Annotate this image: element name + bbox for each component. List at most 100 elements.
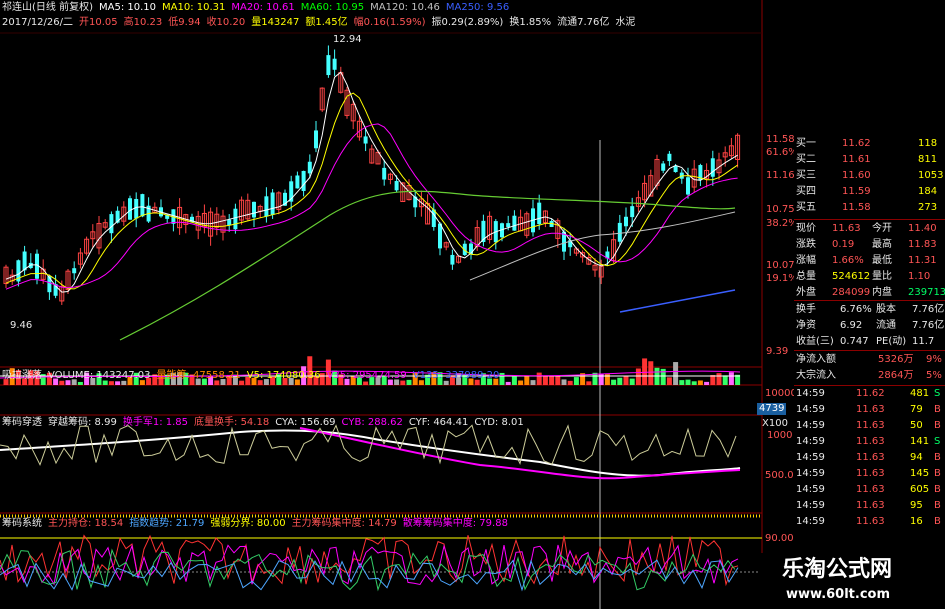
- stat-label: 换手: [796, 304, 816, 315]
- indicator-value: 换1.85%: [509, 17, 552, 28]
- indicator-value: 水泥: [615, 17, 636, 28]
- bid-volume: 273: [918, 202, 938, 213]
- price-axis-label: 9.39: [766, 346, 789, 357]
- quote-row: 换手 6.76% 股本 7.76亿: [794, 302, 945, 318]
- candle-body: [227, 219, 232, 226]
- tick-volume: 79: [910, 404, 923, 415]
- tick-price: 11.63: [856, 436, 885, 447]
- candle-body: [537, 202, 542, 225]
- tick-price: 11.63: [856, 484, 885, 495]
- indicator-value: V135: 337989.20: [412, 370, 500, 381]
- low-price-label: 9.46: [10, 320, 33, 331]
- quote-row: 14:59 11.63 141 S: [794, 434, 945, 450]
- indicator-value: V35: 295474.59: [326, 370, 407, 381]
- indicator-value: CYF: 464.41: [408, 417, 469, 428]
- flow-value: 5326万: [878, 354, 914, 365]
- price-axis-label: 11.16: [766, 170, 795, 181]
- tick-time: 14:59: [796, 420, 825, 431]
- volume-bar: [524, 375, 530, 385]
- main-holding-line: [0, 534, 739, 587]
- candle-body: [382, 167, 387, 180]
- indicator-value: 低9.94: [168, 17, 201, 28]
- tick-side: B: [934, 484, 941, 495]
- quote-row: 买四 11.59 184: [794, 184, 945, 200]
- flow-pct: 5%: [926, 370, 942, 381]
- tick-side: B: [934, 516, 941, 527]
- indicator-value: V5: 174080.36: [246, 370, 321, 381]
- volume-bar: [629, 378, 635, 385]
- tick-price: 11.63: [856, 420, 885, 431]
- indicator-value: MA10: 10.31: [162, 2, 226, 13]
- volume-bar: [635, 368, 641, 385]
- index-trend-line: [0, 559, 739, 592]
- candle-body: [233, 208, 238, 230]
- stat-value: 239713: [908, 287, 945, 298]
- bid-label: 买二: [796, 154, 816, 165]
- quote-row: 14:59 11.62 481 S: [794, 386, 945, 402]
- tick-side: B: [934, 500, 941, 511]
- candle-body: [617, 222, 622, 242]
- indicator-value: 主力筹码集中度: 14.79: [291, 518, 397, 529]
- moving-average-lines: [5, 71, 738, 341]
- volume-bar: [363, 381, 369, 385]
- candle-body: [252, 201, 256, 218]
- volume-bar: [530, 380, 536, 385]
- indicator-value: 指数趋势: 21.79: [129, 518, 205, 529]
- bid-label: 买五: [796, 202, 816, 213]
- panel-title: 吸拉涨落: [2, 370, 42, 381]
- volume-bar: [679, 380, 685, 385]
- volume-bar: [611, 379, 617, 385]
- tick-volume: 605: [910, 484, 930, 495]
- volume-bar: [673, 362, 679, 385]
- ma5-line: [5, 71, 738, 293]
- quote-row: 涨跌 0.19 最高 11.83: [794, 237, 945, 253]
- price-axis-label: 10.07: [766, 260, 795, 271]
- volume-bar: [77, 381, 83, 385]
- candle-body: [512, 215, 517, 231]
- volume-bar: [518, 380, 524, 385]
- candle-body: [47, 276, 52, 293]
- tick-price: 11.63: [856, 452, 885, 463]
- cyb-line: [299, 427, 741, 480]
- chip-axis-top: 1000: [767, 430, 793, 441]
- ma10-line: [5, 92, 738, 290]
- quote-row: 净资 6.92 流通 7.76亿: [794, 318, 945, 334]
- volume-bar: [666, 377, 672, 385]
- volume-bar: [561, 379, 567, 385]
- stat-label: 股本: [876, 304, 896, 315]
- indicator-value: 穿越筹码: 8.99: [48, 417, 117, 428]
- candle-body: [624, 216, 628, 227]
- quote-row: 收益(三) 0.747 PE(动) 11.7: [794, 334, 945, 350]
- quote-row: 大宗流入 2864万 5%: [794, 368, 945, 384]
- quote-row: 外盘 284099 内盘 239713: [794, 285, 945, 301]
- stat-value: 524612: [832, 271, 871, 282]
- quote-row: 涨幅 1.66% 最低 11.31: [794, 253, 945, 269]
- stat-label: 今开: [872, 223, 892, 234]
- candle-body: [22, 251, 27, 271]
- candle-body: [301, 170, 306, 191]
- indicator-value: 祁连山(日线 前复权): [2, 2, 93, 13]
- indicator-value: MA120: 10.46: [370, 2, 440, 13]
- volume-bar: [567, 380, 573, 385]
- indicator-value: 幅0.16(1.59%): [353, 17, 426, 28]
- quote-row: 14:59 11.63 94 B: [794, 450, 945, 466]
- stat-value: 1.10: [908, 271, 931, 282]
- volume-bar: [623, 375, 629, 385]
- tick-price: 11.63: [856, 404, 885, 415]
- flow-pct: 9%: [926, 354, 942, 365]
- quote-row: 净流入额 5326万 9%: [794, 352, 945, 368]
- volume-bar: [549, 375, 555, 385]
- candle-body: [270, 192, 275, 215]
- indicator-value: CYD: 8.01: [474, 417, 524, 428]
- quote-row: 14:59 11.63 50 B: [794, 418, 945, 434]
- tick-price: 11.63: [856, 500, 885, 511]
- stat-value: 11.40: [908, 223, 937, 234]
- quote-row: 现价 11.63 今开 11.40: [794, 221, 945, 237]
- indicator-value: CYB: 288.62: [341, 417, 403, 428]
- tick-volume: 16: [910, 516, 923, 527]
- panel-title: 筹码穿透: [2, 417, 42, 428]
- volume-bar: [617, 377, 623, 385]
- candle-body: [134, 198, 139, 219]
- watermark-title: 乐淘公式网: [782, 557, 893, 582]
- stat-value: 11.63: [832, 223, 861, 234]
